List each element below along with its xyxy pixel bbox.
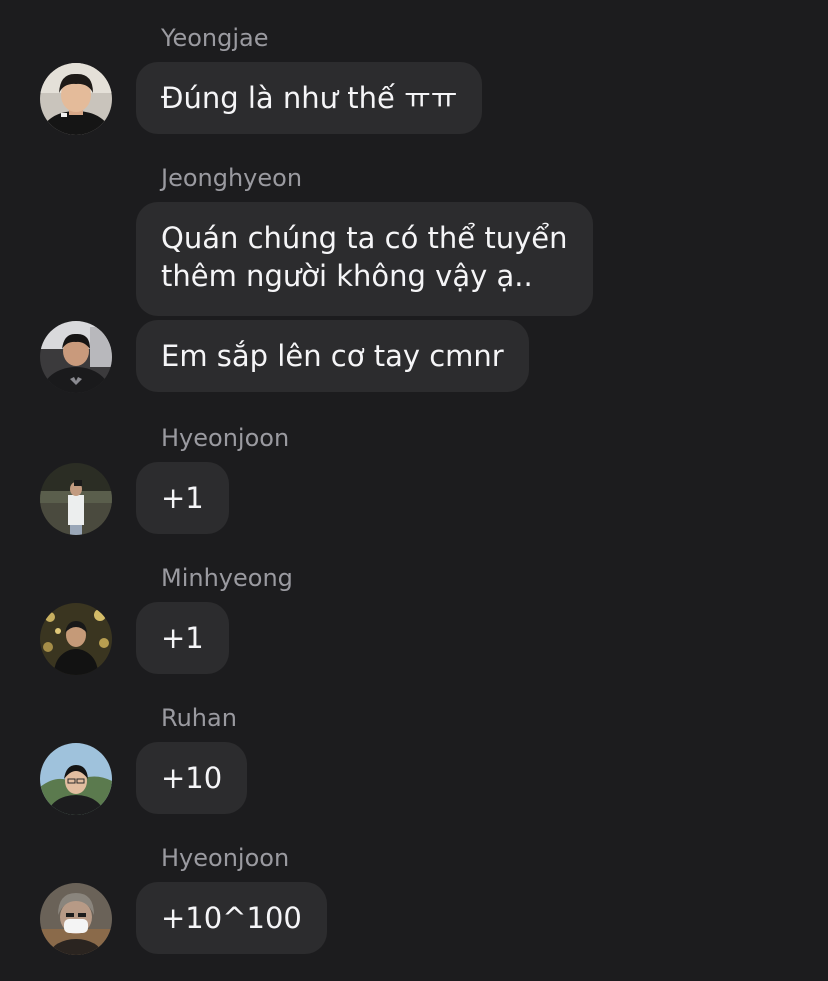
message-bubble[interactable]: +10^100 bbox=[136, 882, 327, 954]
sender-name: Yeongjae bbox=[161, 24, 269, 52]
message-text: Em sắp lên cơ tay cmnr bbox=[161, 339, 504, 373]
sender-name: Jeonghyeon bbox=[161, 164, 303, 192]
message-text-line: thêm người không vậy ạ.. bbox=[161, 259, 533, 293]
avatar[interactable] bbox=[40, 321, 112, 393]
message-text: +10 bbox=[161, 761, 223, 795]
message-bubble[interactable]: Em sắp lên cơ tay cmnr bbox=[136, 320, 529, 392]
message-text: +1 bbox=[161, 621, 204, 655]
sender-name: Hyeonjoon bbox=[161, 424, 290, 452]
message-text: +10^100 bbox=[161, 901, 302, 935]
chat-thread: Yeongjae Đúng là như thế ㅠㅠ Jeonghyeon Q… bbox=[0, 0, 828, 981]
avatar[interactable] bbox=[40, 883, 112, 955]
sender-name: Hyeonjoon bbox=[161, 844, 290, 872]
avatar[interactable] bbox=[40, 603, 112, 675]
avatar[interactable] bbox=[40, 743, 112, 815]
sender-name: Minhyeong bbox=[161, 564, 293, 592]
message-bubble[interactable]: +1 bbox=[136, 602, 229, 674]
message-text-line: Quán chúng ta có thể tuyển bbox=[161, 221, 568, 255]
avatar[interactable] bbox=[40, 463, 112, 535]
message-text: +1 bbox=[161, 481, 204, 515]
message-bubble[interactable]: +10 bbox=[136, 742, 248, 814]
sender-name: Ruhan bbox=[161, 704, 237, 732]
message-text: Đúng là như thế ㅠㅠ bbox=[161, 81, 458, 115]
avatar[interactable] bbox=[40, 63, 112, 135]
message-bubble[interactable]: Quán chúng ta có thể tuyển thêm người kh… bbox=[136, 202, 593, 316]
message-bubble[interactable]: Đúng là như thế ㅠㅠ bbox=[136, 62, 483, 134]
message-bubble[interactable]: +1 bbox=[136, 462, 229, 534]
